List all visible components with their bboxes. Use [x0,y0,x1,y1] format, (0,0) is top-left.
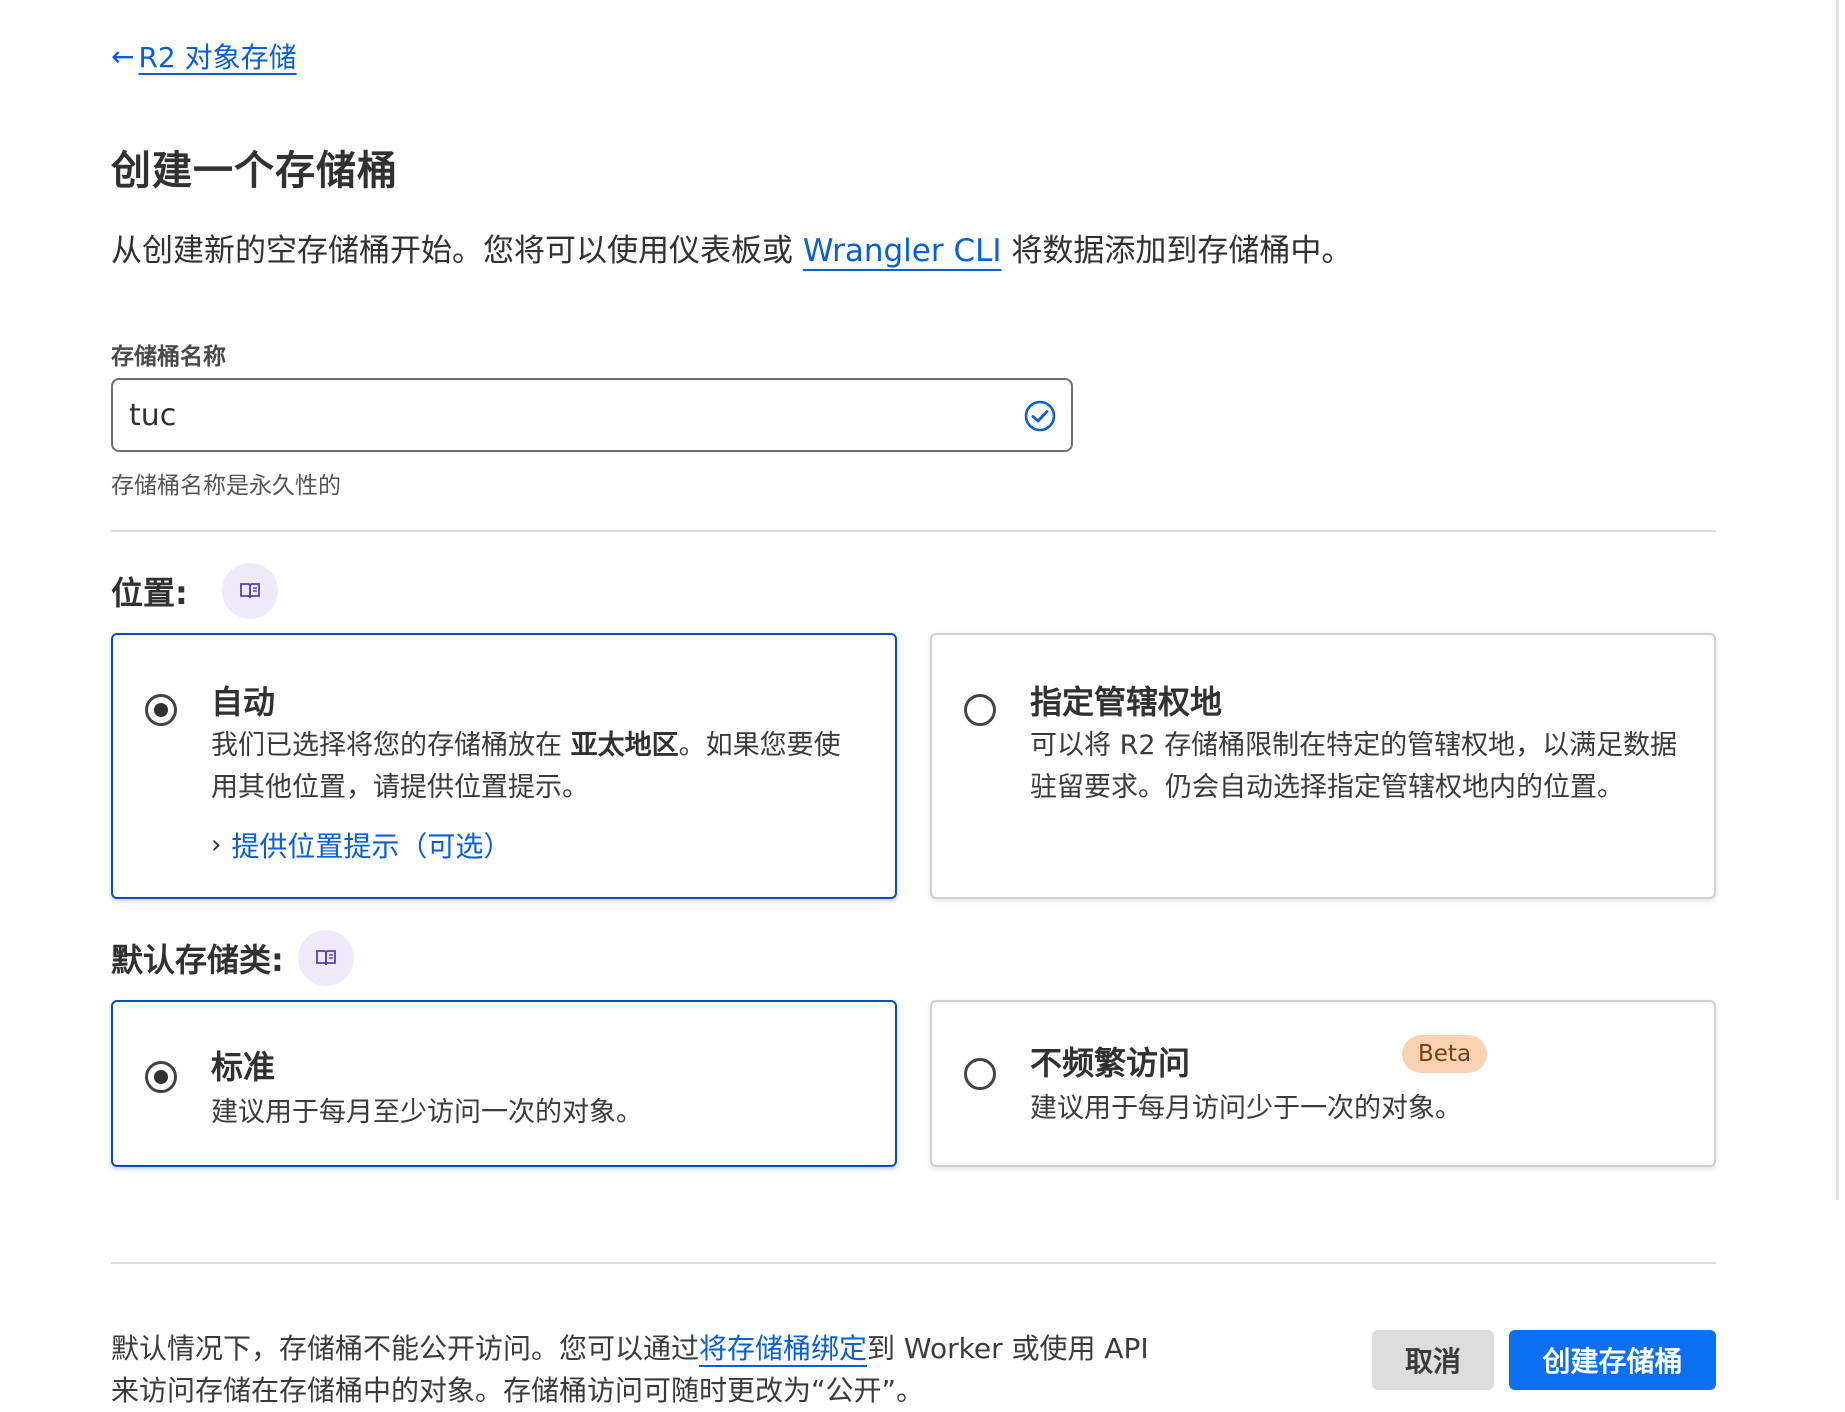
location-hint-expander[interactable]: › 提供位置提示（可选） [211,825,511,865]
intro-text: 从创建新的空存储桶开始。您将可以使用仪表板或 Wrangler CLI 将数据添… [111,225,1352,270]
storage-class-option-infrequent[interactable]: 不频繁访问 Beta 建议用于每月访问少于一次的对象。 [930,1000,1716,1167]
location-heading-label: 位置: [111,574,188,612]
option-description: 我们已选择将您的存储桶放在 亚太地区。如果您要使用其他位置，请提供位置提示。 [211,725,861,809]
note-text-before: 默认情况下，存储桶不能公开访问。您可以通过 [111,1332,700,1365]
book-icon [315,950,336,966]
back-to-r2-link[interactable]: ← R2 对象存储 [111,36,297,76]
option-description-before: 我们已选择将您的存储桶放在 [211,730,571,761]
location-option-auto[interactable]: 自动 我们已选择将您的存储桶放在 亚太地区。如果您要使用其他位置，请提供位置提示… [111,633,897,899]
check-circle-icon [1024,400,1056,432]
cancel-button[interactable]: 取消 [1372,1330,1494,1390]
radio-standard[interactable] [145,1061,177,1093]
bucket-name-field [111,378,1073,452]
bucket-name-label: 存储桶名称 [111,344,226,370]
option-description: 可以将 R2 存储桶限制在特定的管辖权地，以满足数据驻留要求。仍会自动选择指定管… [1030,730,1678,803]
bind-bucket-link[interactable]: 将存储桶绑定 [699,1332,867,1365]
arrow-left-icon: ← [111,39,135,73]
radio-auto[interactable] [145,694,177,726]
storage-class-heading-label: 默认存储类: [111,941,284,979]
radio-infrequent[interactable] [964,1058,996,1090]
option-title: 指定管辖权地 [1030,683,1223,721]
option-title: 标准 [211,1048,276,1086]
bucket-name-helper: 存储桶名称是永久性的 [111,473,341,499]
storage-class-heading: 默认存储类: [111,930,354,986]
location-docs-button[interactable] [221,563,278,619]
create-bucket-button[interactable]: 创建存储桶 [1509,1330,1716,1390]
storage-class-option-standard[interactable]: 标准 建议用于每月至少访问一次的对象。 [111,1000,897,1167]
wrangler-cli-link[interactable]: Wrangler CLI [803,233,1002,269]
bucket-name-input[interactable] [113,385,1009,445]
radio-jurisdiction[interactable] [964,694,996,726]
scrollbar[interactable] [1836,0,1839,1200]
option-title: 自动 [211,683,276,721]
intro-text-after: 将数据添加到存储桶中。 [1001,233,1353,269]
back-link-label: R2 对象存储 [138,41,297,74]
public-access-note: 默认情况下，存储桶不能公开访问。您可以通过将存储桶绑定到 Worker 或使用 … [111,1328,1171,1412]
location-option-jurisdiction[interactable]: 指定管辖权地 可以将 R2 存储桶限制在特定的管辖权地，以满足数据驻留要求。仍会… [930,633,1716,899]
option-description: 建议用于每月访问少于一次的对象。 [1030,1093,1462,1124]
beta-badge: Beta [1402,1035,1488,1073]
divider [111,530,1716,532]
page-title: 创建一个存储桶 [111,148,398,194]
option-description: 建议用于每月至少访问一次的对象。 [211,1097,643,1128]
divider [111,1262,1716,1264]
location-hint-label: 提供位置提示（可选） [231,830,512,863]
option-title: 不频繁访问 [1030,1044,1191,1082]
intro-text-before: 从创建新的空存储桶开始。您将可以使用仪表板或 [111,233,803,269]
region-name: 亚太地区 [570,730,679,761]
location-heading: 位置: [111,563,278,619]
book-icon [239,583,260,599]
storage-class-docs-button[interactable] [297,930,354,986]
chevron-right-icon: › [211,830,222,860]
